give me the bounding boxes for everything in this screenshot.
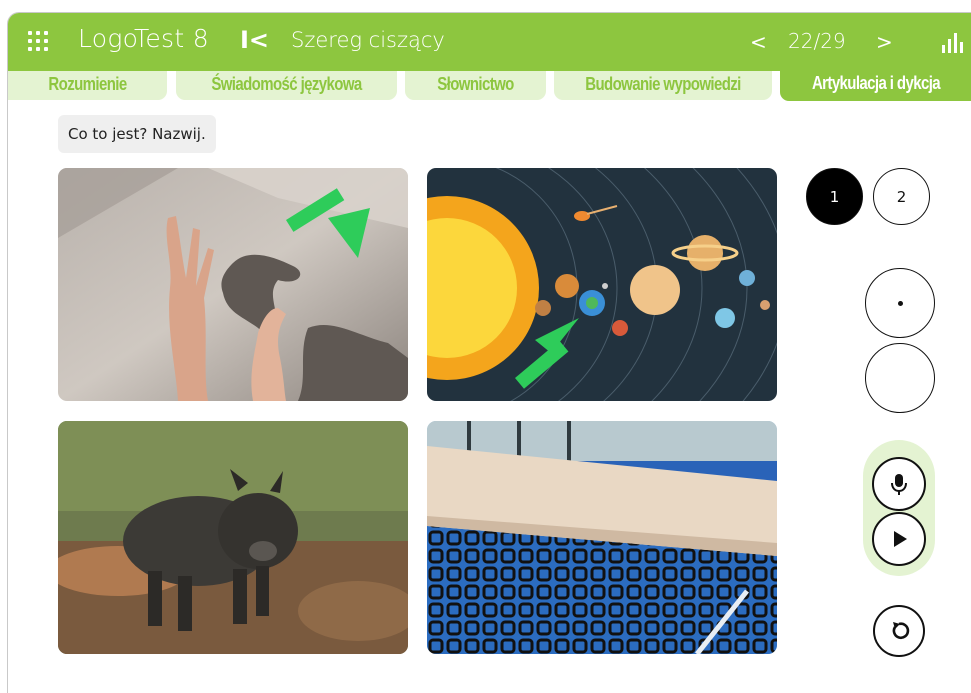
tab-slownictwo[interactable]: Słownictwo bbox=[405, 71, 546, 100]
grid-menu-icon[interactable] bbox=[28, 31, 48, 51]
next-page-button[interactable]: > bbox=[876, 30, 893, 54]
page-1-button[interactable]: 1 bbox=[806, 168, 863, 225]
wild-boar-photo[interactable] bbox=[58, 421, 408, 654]
reset-icon bbox=[892, 622, 910, 640]
prev-page-button[interactable]: < bbox=[750, 30, 767, 54]
top-bar: LogoTest 8 I< Szereg ciszący < 22/29 > bbox=[8, 13, 971, 71]
page-2-button[interactable]: 2 bbox=[873, 168, 930, 225]
app-title: LogoTest 8 bbox=[78, 24, 209, 53]
stats-icon[interactable] bbox=[942, 33, 963, 53]
tab-artykulacja-i-dykcja[interactable]: Artykulacja i dykcja bbox=[780, 69, 971, 101]
tab-rozumienie[interactable]: Rozumienie bbox=[8, 71, 167, 100]
play-button[interactable] bbox=[872, 512, 926, 566]
category-tabs: Rozumienie Świadomość językowa Słownictw… bbox=[8, 69, 971, 101]
tab-budowanie-wypowiedzi[interactable]: Budowanie wypowiedzi bbox=[554, 71, 772, 100]
tennis-net-photo[interactable] bbox=[427, 421, 777, 654]
test-name: Szereg ciszący bbox=[291, 28, 445, 52]
play-icon bbox=[894, 531, 907, 547]
page-counter: 22/29 bbox=[788, 29, 846, 53]
score-empty-button[interactable] bbox=[865, 343, 935, 413]
solar-system-photo[interactable] bbox=[427, 168, 777, 401]
first-page-icon[interactable]: I< bbox=[240, 26, 269, 54]
shadow-hands-photo[interactable] bbox=[58, 168, 408, 401]
microphone-button[interactable] bbox=[872, 457, 926, 511]
score-dot-button[interactable] bbox=[865, 268, 935, 338]
instruction-label: Co to jest? Nazwij. bbox=[58, 115, 216, 153]
reset-button[interactable] bbox=[873, 605, 925, 657]
tab-swiadomosc-jezykowa[interactable]: Świadomość językowa bbox=[176, 71, 397, 100]
microphone-icon bbox=[891, 474, 907, 495]
